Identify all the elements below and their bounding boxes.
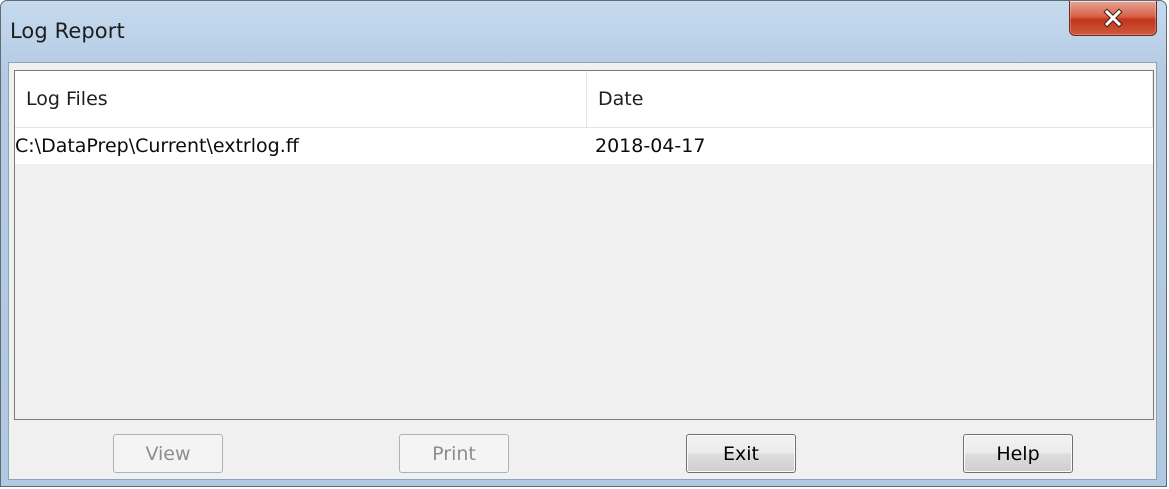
help-button[interactable]: Help <box>963 434 1073 473</box>
column-header-date[interactable]: Date <box>587 71 1153 128</box>
title-bar[interactable]: Log Report <box>1 1 1166 63</box>
view-button[interactable]: View <box>113 434 223 473</box>
list-header: Log Files Date <box>15 71 1153 128</box>
close-button[interactable] <box>1069 1 1157 36</box>
close-icon <box>1103 8 1123 28</box>
list-item[interactable]: C:\DataPrep\Current\extrlog.ff 2018-04-1… <box>15 128 1153 164</box>
log-files-list[interactable]: Log Files Date C:\DataPrep\Current\extrl… <box>14 70 1154 420</box>
log-file-path: C:\DataPrep\Current\extrlog.ff <box>15 135 299 157</box>
exit-button[interactable]: Exit <box>686 434 796 473</box>
column-header-log-files[interactable]: Log Files <box>15 71 587 128</box>
print-button[interactable]: Print <box>399 434 509 473</box>
window-title: Log Report <box>10 19 125 43</box>
log-file-date: 2018-04-17 <box>595 135 706 157</box>
